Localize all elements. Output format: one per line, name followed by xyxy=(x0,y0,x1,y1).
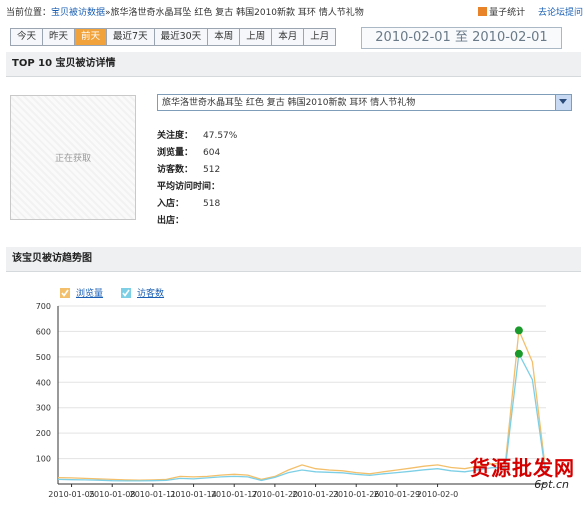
stat-value: 47.57% xyxy=(203,131,238,141)
tab-1[interactable]: 昨天 xyxy=(42,28,75,46)
watermark-text: 货源批发网 xyxy=(470,456,575,480)
x-tick-label: 2010-01-23 xyxy=(292,490,339,499)
tab-2[interactable]: 前天 xyxy=(74,28,107,46)
stat-key: 浏览量： xyxy=(157,148,194,158)
stat-key: 入店： xyxy=(157,199,185,209)
date-start: 2010-02-01 xyxy=(375,30,451,45)
tab-0[interactable]: 今天 xyxy=(10,28,43,46)
y-tick-label: 100 xyxy=(36,455,51,464)
stat-row: 出店： xyxy=(157,213,237,230)
tab-6[interactable]: 上周 xyxy=(239,28,272,46)
chevron-down-icon[interactable] xyxy=(555,95,571,110)
stat-row: 入店： 518 xyxy=(157,196,237,213)
stat-key: 访客数： xyxy=(157,165,194,175)
y-tick-label: 300 xyxy=(36,404,51,413)
breadcrumb-label: 当前位置： xyxy=(6,8,52,18)
product-thumbnail: 正在获取 xyxy=(10,95,136,220)
x-tick-label: 2010-01-08 xyxy=(89,490,136,499)
x-tick-label: 2010-01-17 xyxy=(211,490,258,499)
breadcrumb-link[interactable]: 宝贝被访数据 xyxy=(51,8,105,18)
y-tick-label: 700 xyxy=(36,302,51,311)
y-tick-label: 500 xyxy=(36,353,51,362)
stat-key: 出店： xyxy=(157,216,185,226)
peak-marker-pv xyxy=(514,326,523,335)
stats-link[interactable]: 量子统计 xyxy=(478,7,525,18)
x-tick-label: 2010-02-0 xyxy=(417,490,458,499)
tab-3[interactable]: 最近7天 xyxy=(106,28,154,46)
header-links: 量子统计 去论坛提问 xyxy=(468,5,583,18)
stat-key: 平均访问时间： xyxy=(157,182,221,192)
date-tabs: 今天 昨天 前天 最近7天 最近30天 本周 上周 本月 上月 xyxy=(10,28,337,46)
forum-link[interactable]: 去论坛提问 xyxy=(538,8,583,18)
x-tick-label: 2010-01-20 xyxy=(252,490,299,499)
stat-value: 512 xyxy=(203,165,221,175)
x-tick-label: 2010-01-14 xyxy=(170,490,217,499)
stat-value: 604 xyxy=(203,148,221,158)
product-select-value: 旅华洛世奇水晶耳坠 红色 复古 韩国2010新款 耳环 情人节礼物 xyxy=(162,98,416,108)
tab-7[interactable]: 本月 xyxy=(271,28,304,46)
stat-row: 平均访问时间： xyxy=(157,179,237,196)
x-tick-label: 2010-01-05 xyxy=(48,490,95,499)
section-title-top10: TOP 10 宝贝被访详情 xyxy=(6,52,581,77)
watermark-subtext: 6pt.cn xyxy=(534,478,569,491)
product-stats: 关注度： 47.57% 浏览量： 604 访客数： 512 平均访问时间： 入店： 518 出店： xyxy=(157,128,237,230)
x-tick-label: 2010-01-11 xyxy=(130,490,177,499)
tab-5[interactable]: 本周 xyxy=(207,28,240,46)
date-end: 2010-02-01 xyxy=(472,30,548,45)
peak-marker-uv xyxy=(514,349,523,358)
breadcrumb-bar: 当前位置：宝贝被访数据»旅华洛世奇水晶耳坠 红色 复古 韩国2010新款 耳环 … xyxy=(6,5,587,21)
stat-row: 关注度： 47.57% xyxy=(157,128,237,145)
stat-value: 518 xyxy=(203,199,221,209)
x-tick-label: 2010-01-29 xyxy=(374,490,421,499)
stat-row: 访客数： 512 xyxy=(157,162,237,179)
product-select[interactable]: 旅华洛世奇水晶耳坠 红色 复古 韩国2010新款 耳环 情人节礼物 xyxy=(157,94,572,111)
date-separator: 至 xyxy=(454,30,468,45)
thumbnail-loading-text: 正在获取 xyxy=(54,154,91,164)
y-tick-label: 600 xyxy=(36,327,51,336)
section-title-trend: 该宝贝被访趋势图 xyxy=(6,247,581,272)
tab-4[interactable]: 最近30天 xyxy=(153,28,208,46)
breadcrumb-product: »旅华洛世奇水晶耳坠 红色 复古 韩国2010新款 耳环 情人节礼物 xyxy=(105,8,364,18)
quantum-stats-icon xyxy=(478,7,488,16)
tab-8[interactable]: 上月 xyxy=(303,28,337,46)
y-tick-label: 400 xyxy=(36,378,51,387)
date-range-display[interactable]: 2010-02-01 至 2010-02-01 xyxy=(361,27,562,49)
stat-key: 关注度： xyxy=(157,131,194,141)
x-tick-label: 2010-01-26 xyxy=(333,490,380,499)
stat-row: 浏览量： 604 xyxy=(157,145,237,162)
y-tick-label: 200 xyxy=(36,429,51,438)
